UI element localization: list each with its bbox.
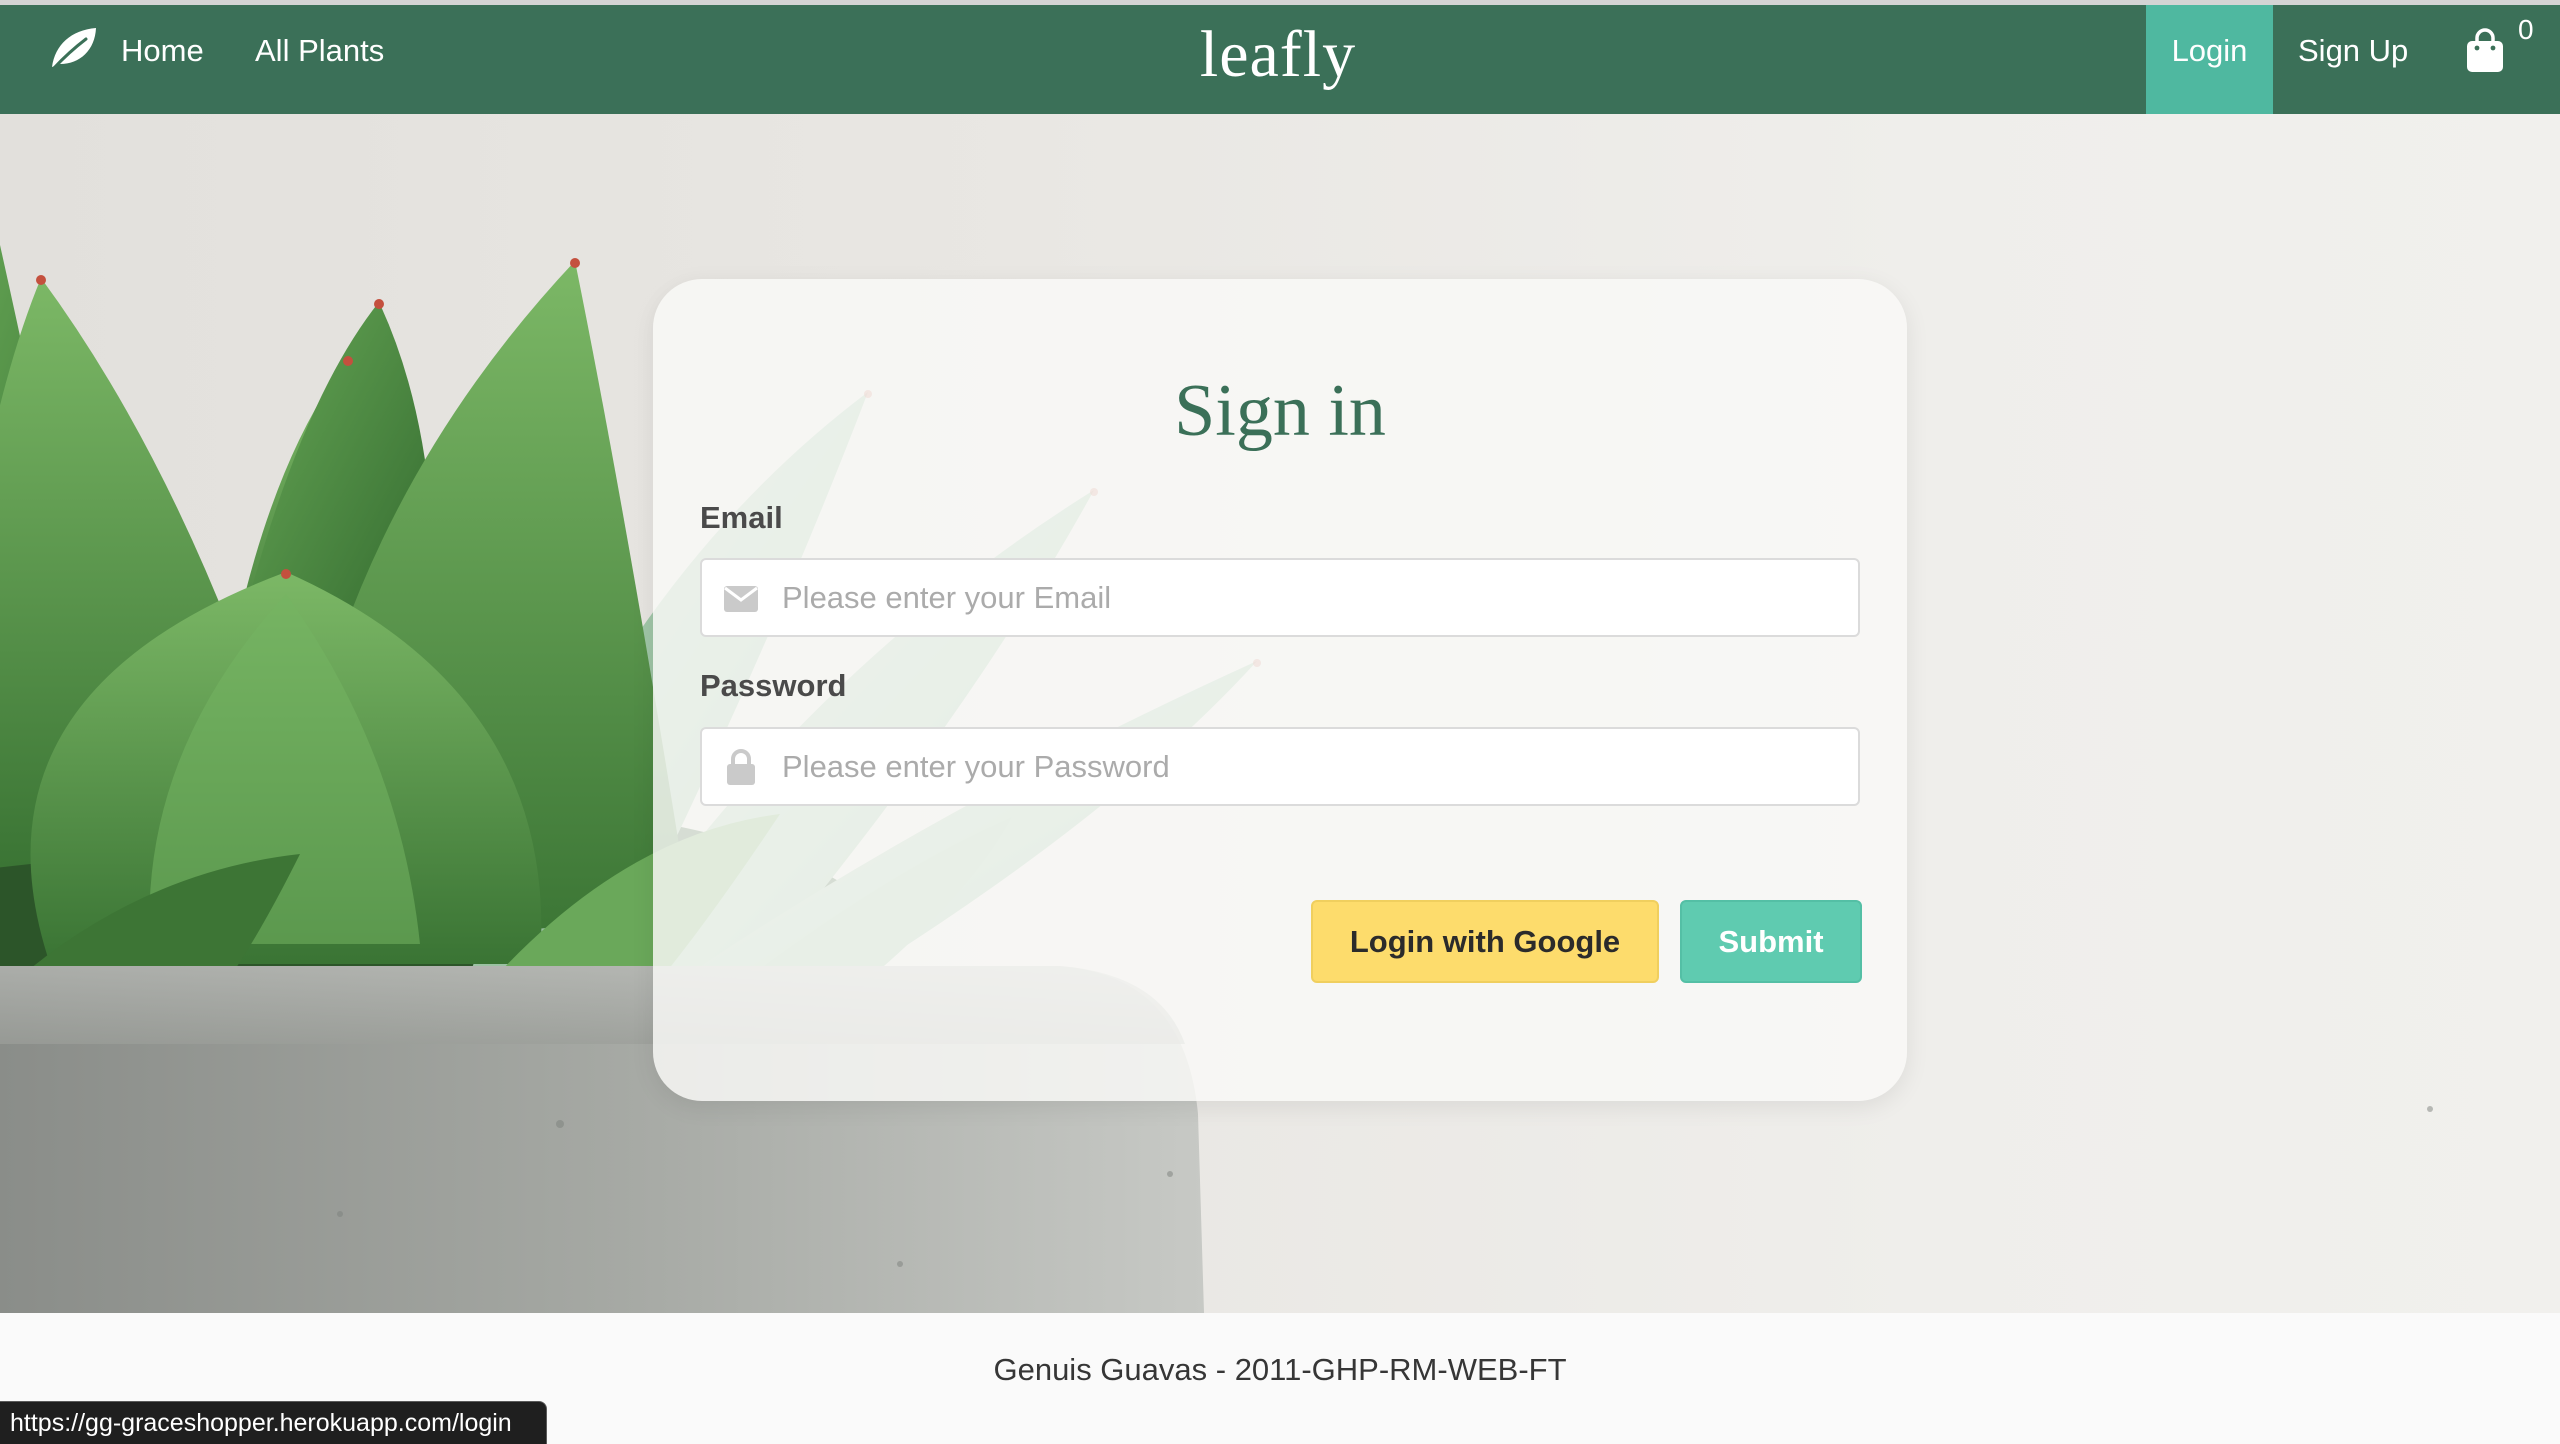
navbar: Home All Plants leafly Login Sign Up 0 [0, 5, 2560, 114]
email-field-container [700, 558, 1860, 637]
password-field[interactable] [702, 729, 1858, 804]
nav-signup-link[interactable]: Sign Up [2298, 5, 2408, 97]
footer-text: Genuis Guavas - 2011-GHP-RM-WEB-FT [993, 1352, 1567, 1387]
password-label: Password [700, 668, 847, 703]
page-title: Sign in [1174, 370, 1386, 452]
password-field-container [700, 727, 1860, 806]
email-label: Email [700, 500, 783, 535]
nav-link-all-plants[interactable]: All Plants [255, 5, 384, 97]
shopping-bag-icon[interactable] [2466, 27, 2504, 73]
cart-count-badge: 0 [2518, 14, 2534, 45]
leaf-icon[interactable] [49, 25, 99, 75]
sign-in-card: Sign in Email Password Login with Google… [653, 279, 1907, 1101]
nav-login-button[interactable]: Login [2146, 5, 2273, 114]
nav-link-home[interactable]: Home [121, 5, 204, 97]
brand-logo[interactable]: leafly [1080, 5, 1476, 105]
login-with-google-button[interactable]: Login with Google [1311, 900, 1659, 983]
submit-button[interactable]: Submit [1680, 900, 1862, 983]
email-field[interactable] [702, 560, 1858, 635]
nav-login-label: Login [2171, 33, 2248, 68]
browser-status-bar: https://gg-graceshopper.herokuapp.com/lo… [0, 1401, 547, 1444]
